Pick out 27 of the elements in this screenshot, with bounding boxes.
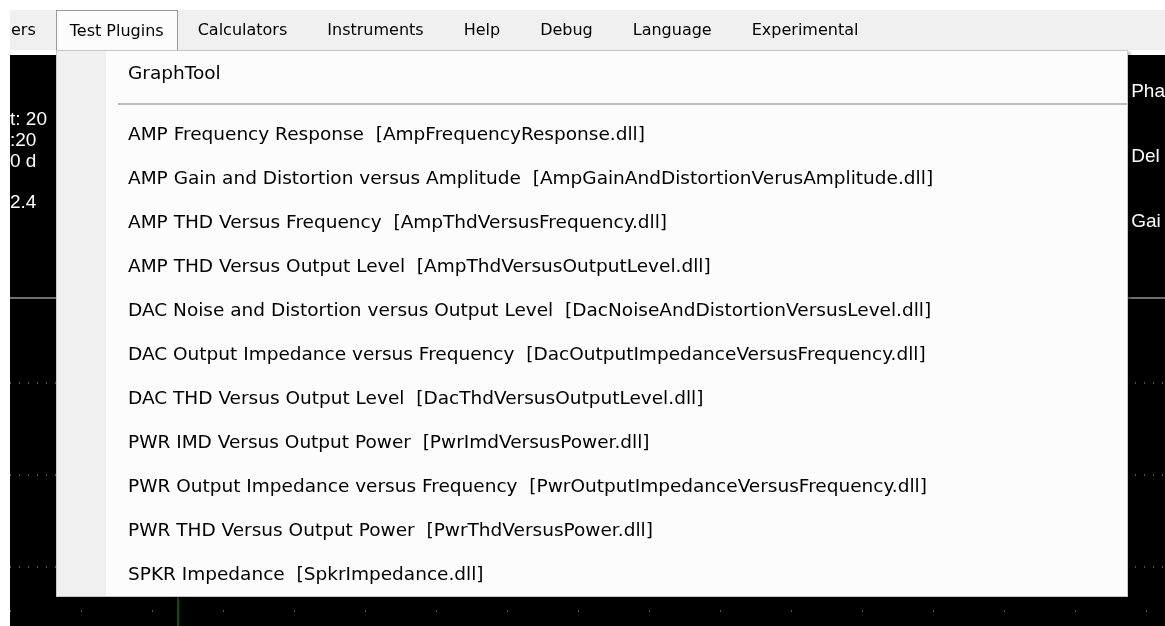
readout-text: t: 20: [10, 109, 47, 130]
menu-item[interactable]: SPKR Impedance [SpkrImpedance.dll]: [106, 552, 1127, 596]
menu-bar-item[interactable]: Language: [612, 10, 732, 50]
menu-bar-item[interactable]: Help: [443, 10, 521, 50]
menu-item[interactable]: PWR Output Impedance versus Frequency [PwrOutputImpedanceVersusFrequency.dll]: [106, 464, 1127, 508]
menu-item[interactable]: AMP Frequency Response [AmpFrequencyResponse.dll]: [106, 112, 1127, 156]
menu-item[interactable]: DAC Noise and Distortion versus Output Level [DacNoiseAndDistortionVersusLevel.dll]: [106, 288, 1127, 332]
readout-text: :20: [10, 129, 38, 151]
menu-bar-item[interactable]: Instruments: [307, 10, 444, 50]
menu-item[interactable]: AMP Gain and Distortion versus Amplitude [AmpGainAndDistortionVerusAmplitude.dll]: [106, 156, 1127, 200]
readout-text: Del: [1131, 145, 1161, 167]
menu-item[interactable]: GraphTool: [106, 51, 1127, 95]
menu-item[interactable]: PWR THD Versus Output Power [PwrThdVersusPower.dll]: [106, 508, 1127, 552]
menu-item[interactable]: AMP THD Versus Frequency [AmpThdVersusFrequency.dll]: [106, 200, 1127, 244]
menu-bar-item[interactable]: Calculators: [177, 10, 308, 50]
menu-bar-item[interactable]: Test Plugins: [55, 10, 178, 50]
readout-text: 0 d: [10, 150, 38, 172]
menu-item[interactable]: PWR IMD Versus Output Power [PwrImdVersusPower.dll]: [106, 420, 1127, 464]
menu-bar-item[interactable]: Experimental: [731, 10, 879, 50]
menu-bar-item[interactable]: Debug: [520, 10, 613, 50]
menu-item[interactable]: DAC Output Impedance versus Frequency [DacOutputImpedanceVersusFrequency.dll]: [106, 332, 1127, 376]
menu-item[interactable]: AMP THD Versus Output Level [AmpThdVersusOutputLevel.dll]: [106, 244, 1127, 288]
menu-bar-item[interactable]: ers: [10, 10, 56, 50]
readout-text: 2.4: [10, 191, 38, 213]
readout-text: Gai: [1131, 210, 1162, 232]
readout-text: Pha: [1131, 81, 1165, 102]
menu-item[interactable]: DAC THD Versus Output Level [DacThdVersusOutputLevel.dll]: [106, 376, 1127, 420]
